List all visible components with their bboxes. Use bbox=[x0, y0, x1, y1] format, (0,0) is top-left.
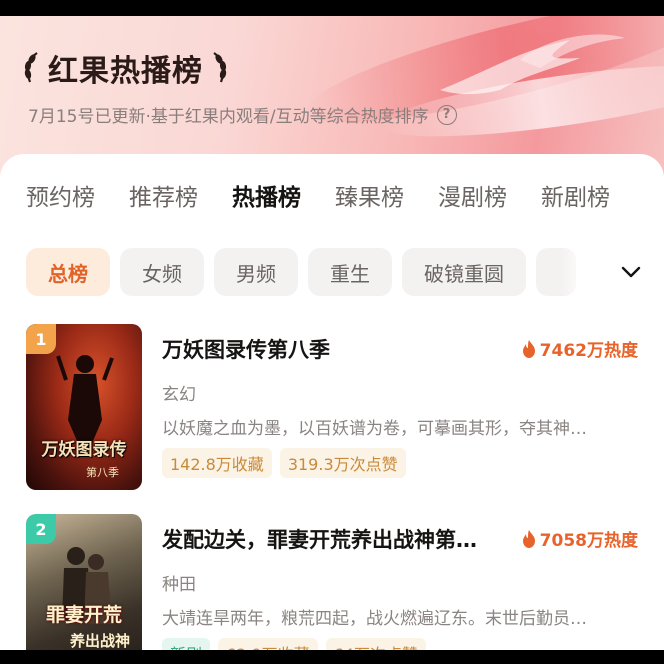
cover-subtitle-art: 养出战神 bbox=[70, 632, 131, 650]
genre-label: 玄幻 bbox=[162, 385, 196, 405]
ranking-panel: 预约榜 推荐榜 热播榜 臻果榜 漫剧榜 新剧榜 总榜 女频 男频 重生 破镜重圆 bbox=[0, 154, 664, 650]
new-drama-tag: 新剧 bbox=[162, 638, 211, 650]
heat-value: 7462万热度 bbox=[539, 341, 638, 361]
tab-zhenguo[interactable]: 臻果榜 bbox=[335, 178, 404, 212]
like-count-tag: 319.3万次点赞 bbox=[279, 448, 406, 478]
fire-icon bbox=[522, 529, 535, 548]
filter-chip-all[interactable]: 总榜 bbox=[26, 248, 110, 296]
list-item[interactable]: 罪妻开荒 养出战神 2 发配边关，罪妻开荒养出战神第… 7058万热度 种田 大… bbox=[26, 514, 638, 650]
collect-count-tag: 62.9万收藏 bbox=[218, 638, 318, 650]
update-info-row: 7月15号已更新·基于红果内观看/互动等综合热度排序 ? bbox=[28, 102, 457, 127]
filter-chip-rebirth[interactable]: 重生 bbox=[308, 248, 392, 296]
filter-chip-reunion[interactable]: 破镜重圆 bbox=[402, 248, 526, 296]
book-title[interactable]: 万妖图录传第八季 bbox=[162, 334, 502, 364]
book-description: 大靖连旱两年，粮荒四起，战火燃遍辽东。末世后勤员… bbox=[162, 609, 587, 629]
laurel-left-icon bbox=[24, 52, 38, 83]
cover-subtitle-art: 第八季 bbox=[86, 466, 119, 479]
cover-title-art: 罪妻开荒 bbox=[45, 604, 122, 626]
fire-icon bbox=[522, 339, 535, 358]
genre-label: 种田 bbox=[162, 575, 196, 595]
filter-chip-male[interactable]: 男频 bbox=[214, 248, 298, 296]
laurel-right-icon bbox=[213, 52, 227, 83]
tab-yuyue[interactable]: 预约榜 bbox=[26, 178, 95, 212]
list-item[interactable]: 万妖图录传 第八季 1 万妖图录传第八季 7462万热度 玄幻 以妖魔之血为墨，… bbox=[26, 324, 638, 490]
chevron-down-icon[interactable] bbox=[620, 264, 642, 280]
tab-tuijian[interactable]: 推荐榜 bbox=[129, 178, 198, 212]
page-title: 红果热播榜 bbox=[48, 54, 203, 89]
tab-rebo[interactable]: 热播榜 bbox=[232, 178, 301, 212]
app-screen: 红果热播榜 7月15号已更新·基于红果内观看/互动等综合热度排序 ? 预约榜 推… bbox=[0, 16, 664, 650]
tag-row: 新剧 62.9万收藏 64万次点赞 bbox=[162, 638, 427, 650]
rank-badge: 2 bbox=[26, 514, 56, 544]
filter-chip-female[interactable]: 女频 bbox=[120, 248, 204, 296]
like-count-tag: 64万次点赞 bbox=[325, 638, 427, 650]
page-title-row: 红果热播榜 bbox=[22, 48, 229, 89]
heat-indicator: 7462万热度 bbox=[516, 336, 638, 361]
book-cover[interactable]: 万妖图录传 第八季 1 bbox=[26, 324, 142, 490]
rank-badge: 1 bbox=[26, 324, 56, 354]
tag-row: 142.8万收藏 319.3万次点赞 bbox=[162, 448, 406, 478]
chips-fade bbox=[560, 248, 664, 296]
filter-chips: 总榜 女频 男频 重生 破镜重圆 bbox=[26, 248, 576, 296]
update-info-text: 7月15号已更新·基于红果内观看/互动等综合热度排序 bbox=[28, 107, 429, 127]
cover-figure-icon bbox=[56, 355, 114, 448]
phoenix-decoration-icon bbox=[440, 34, 625, 95]
book-title[interactable]: 发配边关，罪妻开荒养出战神第… bbox=[162, 524, 502, 554]
book-cover[interactable]: 罪妻开荒 养出战神 2 bbox=[26, 514, 142, 650]
book-description: 以妖魔之血为墨，以百妖谱为卷，可摹画其形，夺其神… bbox=[162, 419, 587, 439]
tab-manju[interactable]: 漫剧榜 bbox=[438, 178, 507, 212]
cover-title-art: 万妖图录传 bbox=[41, 440, 127, 460]
collect-count-tag: 142.8万收藏 bbox=[162, 448, 272, 478]
tab-xinju[interactable]: 新剧榜 bbox=[541, 178, 610, 212]
heat-indicator: 7058万热度 bbox=[516, 526, 638, 551]
help-icon[interactable]: ? bbox=[436, 104, 457, 125]
ranking-tabs: 预约榜 推荐榜 热播榜 臻果榜 漫剧榜 新剧榜 bbox=[26, 178, 610, 212]
heat-value: 7058万热度 bbox=[539, 531, 638, 551]
